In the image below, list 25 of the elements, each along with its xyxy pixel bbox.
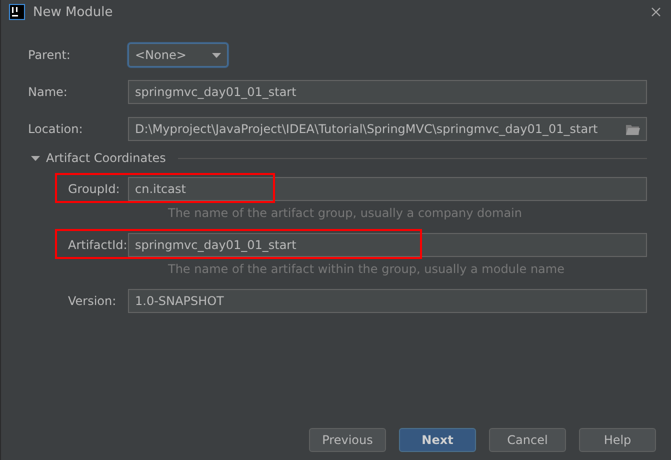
field-label: Name: <box>28 85 68 99</box>
field-hint: The name of the artifact within the group, usually a module name <box>168 262 566 278</box>
dialog-button[interactable]: Cancel <box>489 428 566 452</box>
window-title: New Module <box>33 4 114 20</box>
field-label: GroupId: <box>68 182 121 196</box>
caret-icon <box>212 52 221 58</box>
input-field[interactable]: springmvc_day01_01_start <box>128 233 647 257</box>
field-label: ArtifactId: <box>68 238 128 252</box>
field-label: Parent: <box>28 48 72 62</box>
location-field[interactable]: D:\Myproject\JavaProject\IDEA\Tutorial\SpringMVC\springmvc_day01_01_start <box>128 117 647 141</box>
field-label: Location: <box>28 122 84 136</box>
close-icon[interactable] <box>651 7 661 17</box>
field-label: Version: <box>68 294 118 308</box>
input-field[interactable]: cn.itcast <box>128 177 647 201</box>
dialog-button[interactable]: Next <box>399 428 476 452</box>
input-field[interactable]: 1.0-SNAPSHOT <box>128 289 647 313</box>
app-logo-icon <box>9 4 25 20</box>
folder-icon[interactable] <box>626 124 640 134</box>
input-field[interactable]: springmvc_day01_01_start <box>128 80 647 104</box>
parent-dropdown[interactable]: <None> <box>128 43 228 67</box>
dialog-button[interactable]: Help <box>579 428 656 452</box>
section-title: Artifact Coordinates <box>46 151 166 165</box>
dialog-button[interactable]: Previous <box>309 428 386 452</box>
field-hint: The name of the artifact group, usually a company domain <box>168 206 523 222</box>
expanded-triangle-icon[interactable] <box>31 154 40 162</box>
